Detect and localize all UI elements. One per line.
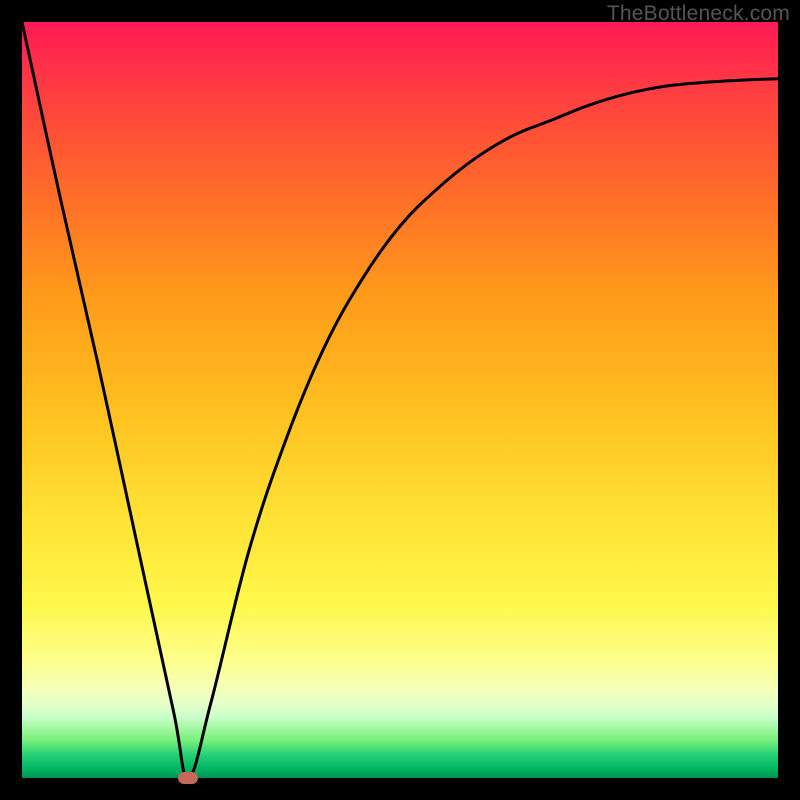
min-marker bbox=[178, 772, 198, 784]
chart-plot-area bbox=[22, 22, 778, 778]
chart-curve-svg bbox=[22, 22, 778, 778]
chart-frame: TheBottleneck.com bbox=[0, 0, 800, 800]
watermark-text: TheBottleneck.com bbox=[607, 2, 790, 26]
bottleneck-curve bbox=[22, 22, 778, 778]
